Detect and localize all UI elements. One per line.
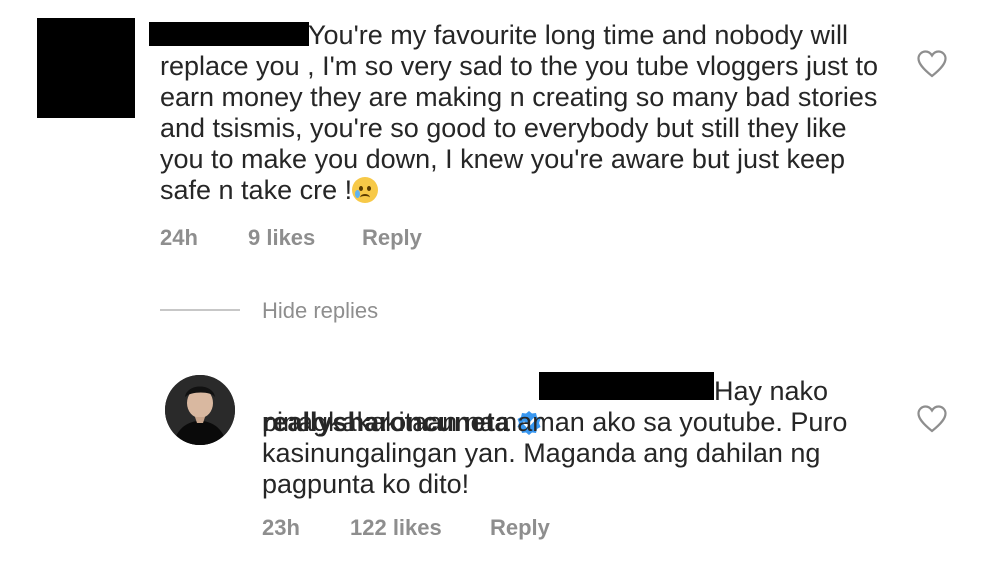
reply-text-body: pinagkakakitaan na naman ako sa youtube.… xyxy=(262,407,848,499)
comment-reply-button[interactable]: Reply xyxy=(362,225,422,251)
redacted-mention xyxy=(539,372,714,400)
avatar[interactable] xyxy=(165,375,235,445)
redacted-avatar xyxy=(37,18,135,118)
avatar-image xyxy=(165,375,235,445)
comment-time[interactable]: 24h xyxy=(160,225,248,251)
comment-text-line1: You're my favourite long time and nobody… xyxy=(308,20,848,50)
comment-meta: 24h 9 likes Reply xyxy=(160,225,422,251)
crying-face-emoji xyxy=(352,177,379,203)
comment-text-rest: replace you , I'm so very sad to the you… xyxy=(160,51,879,205)
hide-replies-button[interactable]: Hide replies xyxy=(262,298,378,324)
hide-replies-divider xyxy=(160,309,240,311)
reply-meta: 23h 122 likes Reply xyxy=(262,515,550,541)
redacted-username xyxy=(149,22,309,46)
comment-text-body: replace you , I'm so very sad to the you… xyxy=(160,51,878,206)
comment-likes[interactable]: 9 likes xyxy=(248,225,362,251)
reply-likes[interactable]: 122 likes xyxy=(350,515,490,541)
reply-reply-button[interactable]: Reply xyxy=(490,515,550,541)
reply-text-line1: Hay nako xyxy=(714,376,829,406)
heart-outline-icon[interactable] xyxy=(917,50,947,78)
heart-outline-icon[interactable] xyxy=(917,405,947,433)
reply-time[interactable]: 23h xyxy=(262,515,350,541)
